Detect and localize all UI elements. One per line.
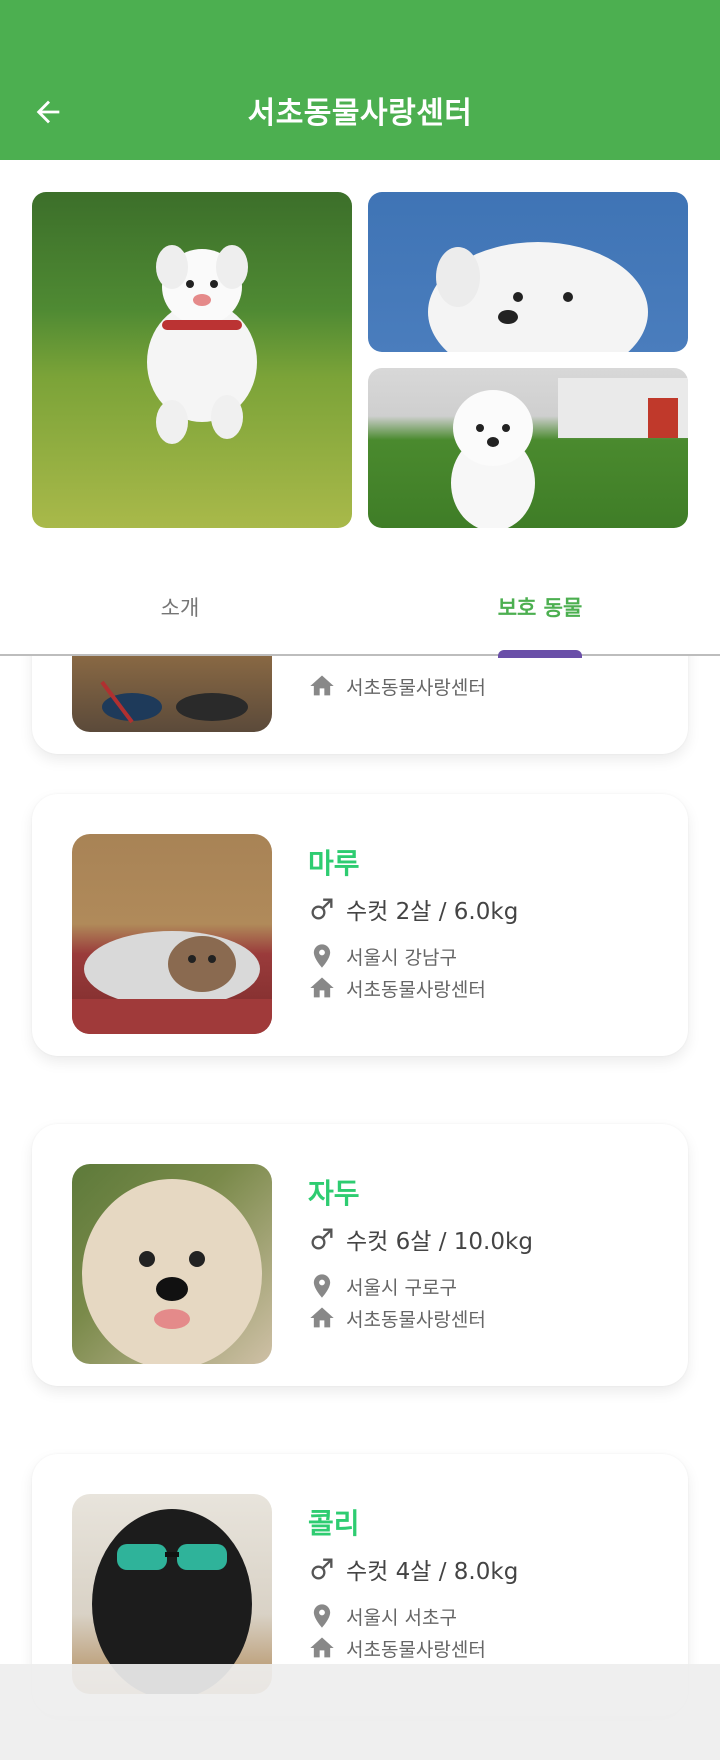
home-icon xyxy=(310,1637,334,1658)
animal-photo xyxy=(72,656,272,732)
animal-location: 서울시 서초구 xyxy=(308,1602,457,1630)
tab-indicator xyxy=(498,650,582,658)
animal-list[interactable]: 서초동물사랑센터 마루 수컷 2살 / 6.0kg 서울시 강남구 서초동물사랑… xyxy=(0,656,720,1760)
animal-name: 콜리 xyxy=(308,1507,360,1540)
tab-animals[interactable]: 보호 동물 xyxy=(360,560,720,654)
gallery-photo-bottom[interactable] xyxy=(368,368,688,528)
animal-location: 서울시 구로구 xyxy=(308,1272,457,1300)
tab-intro[interactable]: 소개 xyxy=(0,560,360,654)
animal-photo xyxy=(72,834,272,1034)
animal-shelter: 서초동물사랑센터 xyxy=(308,1634,486,1662)
animal-card[interactable]: 서초동물사랑센터 xyxy=(32,656,688,754)
gallery-photo-top[interactable] xyxy=(368,192,688,352)
location-pin-icon xyxy=(313,1274,331,1298)
app-bar: 서초동물사랑센터 xyxy=(0,0,720,160)
home-icon xyxy=(310,675,334,696)
animal-name: 자두 xyxy=(308,1177,360,1210)
tab-bar: 소개 보호 동물 xyxy=(0,560,720,656)
location-pin-icon xyxy=(313,1604,331,1628)
animal-info: 수컷 2살 / 6.0kg xyxy=(308,892,518,926)
animal-card[interactable]: 자두 수컷 6살 / 10.0kg 서울시 구로구 서초동물사랑센터 xyxy=(32,1124,688,1386)
page-title: 서초동물사랑센터 xyxy=(247,96,473,131)
animal-info: 수컷 6살 / 10.0kg xyxy=(308,1222,533,1256)
animal-name: 마루 xyxy=(308,847,360,880)
animal-photo xyxy=(72,1164,272,1364)
animal-location: 서울시 강남구 xyxy=(308,942,457,970)
location-pin-icon xyxy=(313,944,331,968)
male-icon xyxy=(311,1558,333,1580)
male-icon xyxy=(311,1228,333,1250)
photo-gallery xyxy=(0,160,720,560)
home-icon xyxy=(310,977,334,998)
male-icon xyxy=(311,898,333,920)
animal-shelter: 서초동물사랑센터 xyxy=(308,974,486,1002)
gallery-photo-main[interactable] xyxy=(32,192,352,528)
animal-shelter: 서초동물사랑센터 xyxy=(308,672,486,700)
animal-card[interactable]: 마루 수컷 2살 / 6.0kg 서울시 강남구 서초동물사랑센터 xyxy=(32,794,688,1056)
animal-info: 수컷 4살 / 8.0kg xyxy=(308,1552,518,1586)
home-icon xyxy=(310,1307,334,1328)
animal-shelter: 서초동물사랑센터 xyxy=(308,1304,486,1332)
bottom-overlay xyxy=(0,1664,720,1760)
